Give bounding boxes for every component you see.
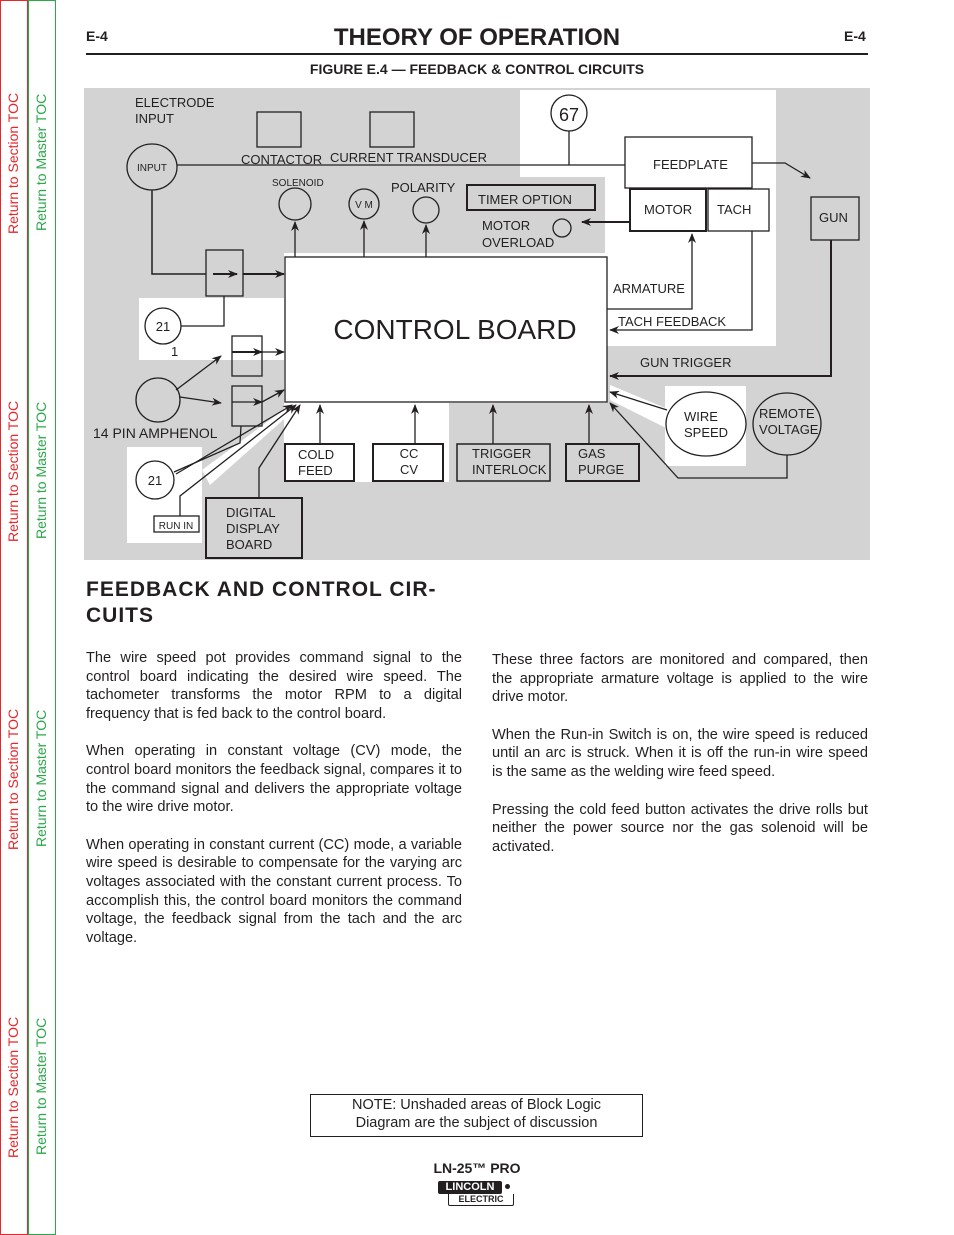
cc-cv-label: CV [400,462,418,477]
node-21-bottom: 21 [148,473,162,488]
armature-label: ARMATURE [613,281,685,296]
paragraph: When the Run-in Switch is on, the wire s… [492,726,868,780]
digital-display-label: DISPLAY [226,521,280,536]
paragraph: Pressing the cold feed button activates … [492,801,868,855]
note-line: NOTE: Unshaded areas of Block Logic [351,1097,602,1113]
gun-label: GUN [819,210,848,225]
wire-speed-label: SPEED [684,425,728,440]
return-to-master-toc-link[interactable]: Return to Master TOC [33,710,49,847]
run-in-label: RUN IN [159,521,193,532]
cold-feed-label: FEED [298,463,333,478]
input-label: INPUT [137,163,167,174]
remote-voltage-label: VOLTAGE [759,422,819,437]
paragraph: When operating in constant voltage (CV) … [86,743,462,816]
cold-feed-label: COLD [298,447,334,462]
lincoln-electric-logo: LINCOLN ELECTRIC [438,1181,518,1209]
return-to-section-toc-link[interactable]: Return to Section TOC [5,1017,21,1158]
contactor-label: CONTACTOR [241,152,322,167]
return-to-section-toc-link[interactable]: Return to Section TOC [5,709,21,850]
amphenol-label: 14 PIN AMPHENOL [93,425,218,441]
gas-purge-label: GAS [578,446,606,461]
note-line: Diagram are the subject of discussion [355,1115,598,1131]
wire-speed-label: WIRE [684,409,718,424]
electrode-input-label: ELECTRODE [135,95,215,110]
remote-voltage-label: REMOTE [759,406,815,421]
logo-bottom: ELECTRIC [448,1194,514,1206]
motor-overload-label: OVERLOAD [482,235,554,250]
pin-1-label: 1 [171,344,178,359]
current-transducer-label: CURRENT TRANSDUCER [330,150,487,165]
paragraph: These three factors are monitored and co… [492,652,868,706]
motor-label: MOTOR [644,202,692,217]
control-board-label: CONTROL BOARD [333,314,576,345]
gun-trigger-label: GUN TRIGGER [640,355,732,370]
section-heading: FEEDBACK AND CONTROL CIR-CUITS [86,578,437,627]
left-column: The wire speed pot provides command sign… [86,649,462,966]
paragraph: When operating in constant current (CC) … [86,836,462,946]
note-box: NOTE: Unshaded areas of Block Logic Diag… [310,1094,643,1137]
digital-display-label: BOARD [226,537,272,552]
node-21-top: 21 [156,319,170,334]
logo-top: LINCOLN [438,1181,502,1194]
node-67: 67 [559,105,579,125]
trigger-interlock-label: TRIGGER [472,446,531,461]
polarity-label: POLARITY [391,180,456,195]
gas-purge-label: PURGE [578,462,625,477]
vm-label: V M [355,200,373,211]
timer-option-label: TIMER OPTION [478,192,572,207]
digital-display-label: DIGITAL [226,505,276,520]
tach-feedback-label: TACH FEEDBACK [618,314,726,329]
cc-cv-label: CC [400,446,419,461]
right-column: These three factors are monitored and co… [492,651,868,875]
tach-label: TACH [717,202,751,217]
return-to-master-toc-link[interactable]: Return to Master TOC [33,1018,49,1155]
feedplate-label: FEEDPLATE [653,157,728,172]
model-name: LN-25™ PRO [433,1160,521,1176]
electrode-input-label: INPUT [135,111,174,126]
trigger-interlock-label: INTERLOCK [472,462,547,477]
logo-registered-mark [505,1184,510,1189]
motor-overload-label: MOTOR [482,218,530,233]
solenoid-label: SOLENOID [272,178,324,189]
block-logic-diagram: ELECTRODE INPUT INPUT CONTACTOR CURRENT … [84,88,870,560]
paragraph: The wire speed pot provides command sign… [86,650,462,722]
